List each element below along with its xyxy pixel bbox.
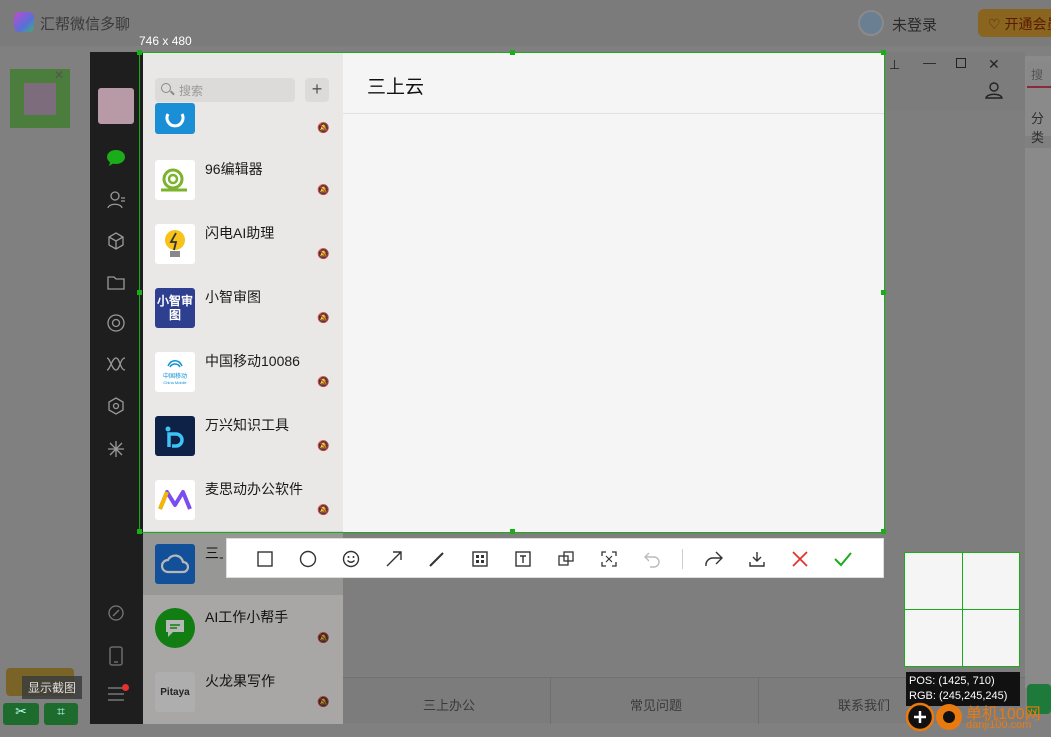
- pin-icon[interactable]: ⊥: [889, 57, 900, 73]
- watermark-logo: [904, 700, 966, 734]
- app-title: 汇帮微信多聊: [40, 16, 131, 33]
- account-avatar: [24, 83, 56, 115]
- crop-icon[interactable]: ⌗: [44, 703, 78, 725]
- scissor-icon[interactable]: ✂: [3, 703, 39, 725]
- watermark-url: danji100.com: [966, 719, 1032, 731]
- undo-tool-icon[interactable]: [640, 547, 664, 571]
- mosaic-tool-icon[interactable]: [468, 547, 492, 571]
- folder-icon[interactable]: [105, 272, 127, 294]
- screenshot-tooltip: 显示截图: [22, 676, 83, 699]
- emoji-tool-icon[interactable]: [339, 547, 363, 571]
- resize-handle[interactable]: [137, 290, 142, 295]
- sparkle-icon[interactable]: [105, 439, 127, 461]
- box-icon[interactable]: [105, 231, 127, 253]
- channels-icon[interactable]: [105, 354, 127, 376]
- tab-faq[interactable]: 常见问题: [630, 695, 682, 714]
- moments-icon[interactable]: [105, 313, 127, 335]
- resize-handle[interactable]: [881, 50, 886, 55]
- vip-label: 开通会员: [1004, 16, 1051, 32]
- text-tool-icon[interactable]: [511, 547, 535, 571]
- close-window-icon[interactable]: ✕: [988, 56, 1000, 73]
- ocr-tool-icon[interactable]: [597, 547, 621, 571]
- arrow-tool-icon[interactable]: [382, 547, 406, 571]
- selection-size-label: 746 x 480: [139, 34, 192, 48]
- resize-handle[interactable]: [510, 50, 515, 55]
- user-avatar[interactable]: [858, 10, 884, 36]
- phone-icon[interactable]: [105, 646, 127, 668]
- selection-rectangle[interactable]: [137, 50, 886, 534]
- notification-dot: [122, 684, 129, 691]
- right-search-input[interactable]: 搜索: [1027, 62, 1051, 88]
- contacts-icon[interactable]: [105, 190, 127, 212]
- resize-handle[interactable]: [137, 50, 142, 55]
- wechat-avatar[interactable]: [98, 88, 134, 124]
- copy-tool-icon[interactable]: [554, 547, 578, 571]
- share-tool-icon[interactable]: [702, 547, 726, 571]
- pen-tool-icon[interactable]: [425, 547, 449, 571]
- rectangle-tool-icon[interactable]: [253, 547, 277, 571]
- heart-icon: ♡: [988, 16, 1001, 32]
- toolbar-divider: [682, 549, 683, 569]
- minimize-icon[interactable]: —: [923, 55, 936, 70]
- resize-handle[interactable]: [137, 529, 142, 534]
- cancel-capture-icon[interactable]: [788, 547, 812, 571]
- maximize-icon[interactable]: [956, 58, 966, 68]
- ellipse-tool-icon[interactable]: [296, 547, 320, 571]
- account-close-icon[interactable]: ✕: [54, 68, 64, 82]
- link-icon[interactable]: [105, 603, 127, 625]
- right-list: [1025, 148, 1051, 688]
- confirm-capture-icon[interactable]: [831, 547, 855, 571]
- magnifier-crosshair-horizontal: [904, 609, 1020, 610]
- miniprogram-icon[interactable]: [105, 396, 127, 418]
- save-tool-icon[interactable]: [745, 547, 769, 571]
- profile-icon[interactable]: [985, 81, 1003, 99]
- vip-button[interactable]: ♡ 开通会员: [978, 9, 1051, 37]
- right-category-label[interactable]: 分类: [1031, 108, 1051, 146]
- cursor-position: POS: (1425, 710): [909, 675, 995, 687]
- resize-handle[interactable]: [881, 290, 886, 295]
- resize-handle[interactable]: [510, 529, 515, 534]
- chat-icon[interactable]: [105, 149, 127, 171]
- app-logo-icon: [14, 12, 34, 32]
- tab-contact[interactable]: 联系我们: [838, 695, 890, 714]
- resize-handle[interactable]: [881, 529, 886, 534]
- tab-sanshang-office[interactable]: 三上办公: [423, 695, 475, 714]
- login-status[interactable]: 未登录: [892, 14, 937, 35]
- dimmed-chat-header: [885, 52, 1025, 110]
- screenshot-toolbar: [226, 538, 884, 578]
